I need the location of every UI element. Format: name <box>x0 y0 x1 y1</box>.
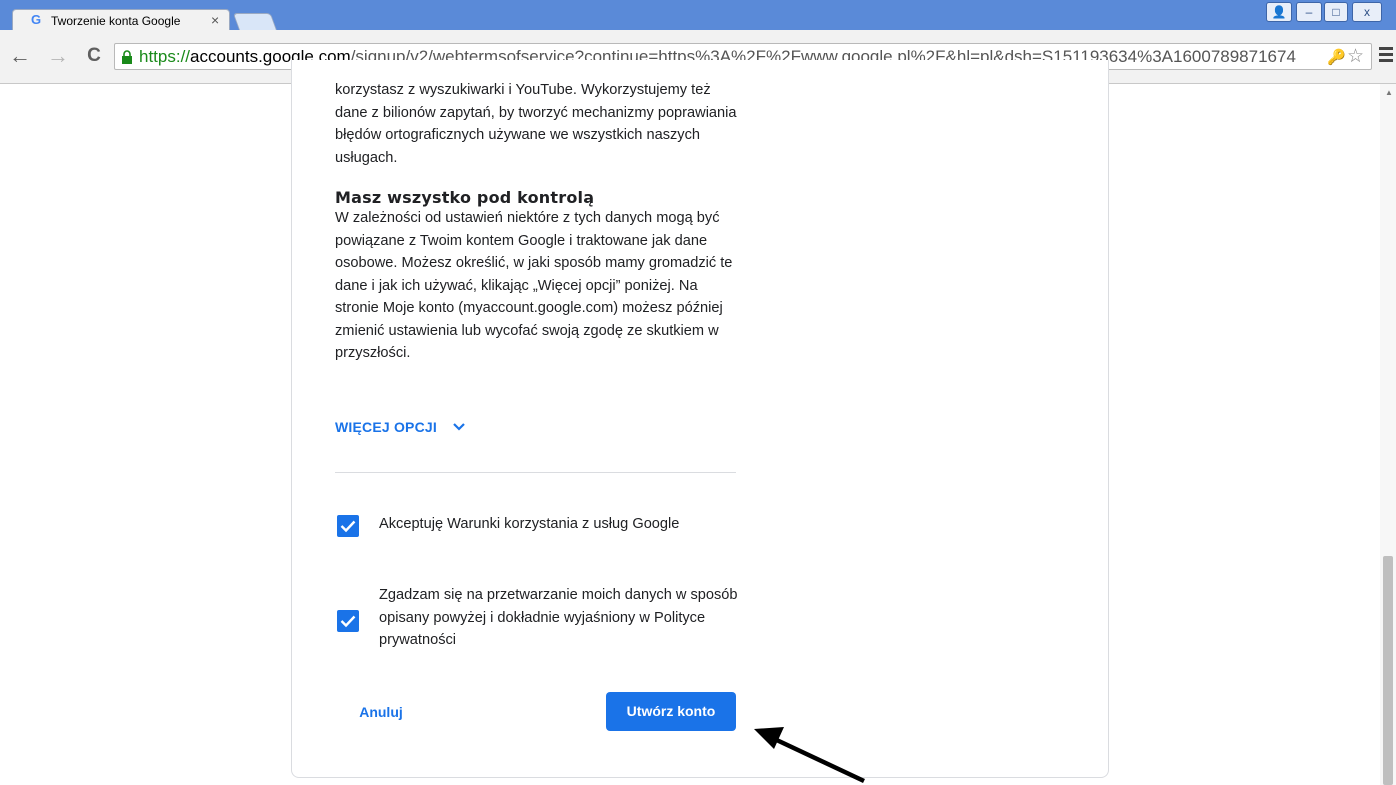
page-scrollbar[interactable]: ▲ <box>1380 84 1396 785</box>
section-divider <box>335 472 736 473</box>
lock-icon <box>122 50 132 64</box>
terms-checkbox[interactable] <box>337 515 359 537</box>
minimize-button[interactable]: – <box>1296 2 1322 22</box>
control-paragraph: W zależności od ustawień niektóre z tych… <box>335 210 733 361</box>
window-titlebar: G Tworzenie konta Google × 👤 – □ x <box>0 0 1396 31</box>
control-heading: Masz wszystko pod kontrolą <box>335 188 595 207</box>
cancel-button[interactable]: Anuluj <box>345 694 417 730</box>
reload-button[interactable]: C <box>82 43 106 69</box>
intro-paragraph: korzystasz z wyszukiwarki i YouTube. Wyk… <box>335 82 737 166</box>
terms-label: Akceptuję Warunki korzystania z usług Go… <box>379 516 680 532</box>
scrollbar-thumb[interactable] <box>1383 556 1393 785</box>
more-options-label: WIĘCEJ OPCJI <box>335 419 437 435</box>
browser-tab[interactable]: G Tworzenie konta Google × <box>12 9 230 31</box>
url-scheme: https:// <box>139 47 191 66</box>
profile-button[interactable]: 👤 <box>1266 2 1292 22</box>
annotation-arrow-icon <box>754 727 865 784</box>
forward-button[interactable]: → <box>46 43 70 69</box>
more-options-button[interactable]: WIĘCEJ OPCJI <box>335 415 467 439</box>
checkmark-icon <box>340 615 356 628</box>
privacy-label: Zgadzam się na przetwarzanie moich danyc… <box>379 587 738 648</box>
close-window-button[interactable]: x <box>1352 2 1382 22</box>
tab-title: Tworzenie konta Google <box>51 14 181 28</box>
menu-icon[interactable] <box>1378 44 1394 68</box>
scroll-up-icon[interactable]: ▲ <box>1385 88 1393 97</box>
key-icon[interactable]: 🔑 <box>1327 48 1346 66</box>
star-icon[interactable]: ☆ <box>1347 45 1364 68</box>
tab-close-icon[interactable]: × <box>211 12 219 28</box>
privacy-checkbox[interactable] <box>337 610 359 632</box>
checkmark-icon <box>340 520 356 533</box>
new-tab-button[interactable] <box>232 13 278 31</box>
google-favicon-icon: G <box>31 12 42 27</box>
create-account-button[interactable]: Utwórz konto <box>606 692 736 731</box>
chevron-down-icon <box>453 423 465 431</box>
back-button[interactable]: ← <box>8 43 32 69</box>
maximize-button[interactable]: □ <box>1324 2 1348 22</box>
